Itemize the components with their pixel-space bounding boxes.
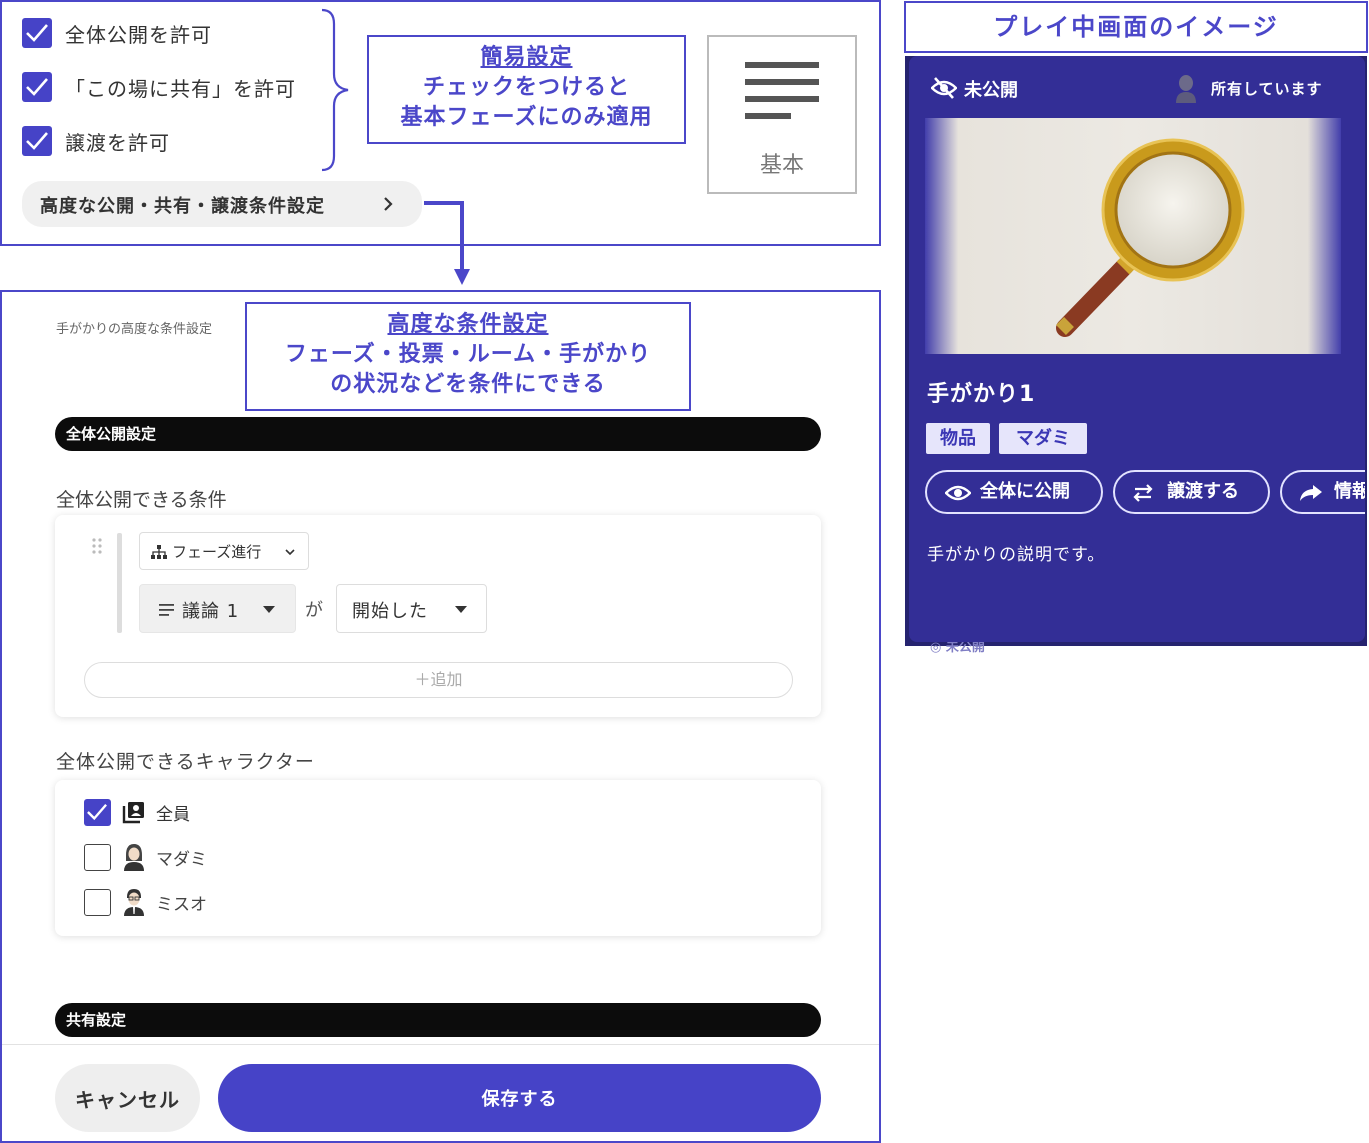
condition-state-select[interactable]: 開始した	[336, 584, 487, 633]
callout-line: 基本フェーズにのみ適用	[400, 105, 653, 130]
transfer-button[interactable]: 譲渡する	[1113, 470, 1270, 514]
woman-avatar-icon	[124, 844, 144, 871]
condition-group-bar	[117, 533, 122, 633]
man-avatar-icon	[124, 889, 144, 916]
public-section-header: 全体公開設定	[55, 417, 821, 451]
allow-share-checkbox[interactable]	[22, 72, 52, 102]
condition-state-label: 開始した	[352, 601, 428, 622]
transfer-label: 譲渡する	[1167, 481, 1239, 502]
make-public-button[interactable]: 全体に公開	[925, 470, 1103, 514]
connector-arrow	[424, 201, 470, 285]
share-section-header: 共有設定	[55, 1003, 821, 1037]
eye-off-icon	[931, 77, 957, 99]
allow-transfer-checkbox[interactable]	[22, 126, 52, 156]
add-condition-button[interactable]: ＋追加	[84, 662, 793, 698]
condition-target-label: 議論 1	[182, 601, 240, 622]
condition-particle: が	[305, 600, 323, 621]
tag-character: マダミ	[999, 423, 1087, 454]
characters-title: 全体公開できるキャラクター	[56, 751, 315, 773]
lines-icon	[159, 604, 174, 616]
owned-label: 所有しています	[1211, 80, 1323, 98]
advanced-settings-callout: 高度な条件設定 フェーズ・投票・ルーム・手がかり の状況などを条件にできる	[245, 302, 691, 411]
preview-title-text: プレイ中画面のイメージ	[993, 13, 1279, 41]
chevron-right-icon	[384, 197, 393, 211]
info-share-button[interactable]: 情報	[1280, 470, 1365, 514]
advanced-settings-button[interactable]: 高度な公開・共有・譲渡条件設定	[22, 181, 422, 227]
callout-line: フェーズ・投票・ルーム・手がかり	[284, 342, 652, 367]
condition-type-select[interactable]: フェーズ進行	[139, 532, 309, 570]
cancel-label: キャンセル	[75, 1088, 180, 1112]
tag-item: 物品	[926, 423, 990, 454]
character-all-label: 全員	[156, 805, 190, 825]
allow-share-label: 「この場に共有」を許可	[65, 77, 296, 101]
info-share-label: 情報	[1334, 481, 1365, 502]
plus-icon: ＋	[414, 670, 431, 689]
eye-off-icon: ◎	[930, 640, 942, 655]
clue-image	[925, 118, 1341, 354]
basic-phase-card: 基本	[707, 35, 857, 194]
chevron-down-icon	[285, 549, 295, 556]
eye-icon	[945, 485, 971, 501]
share-arrow-icon	[1300, 485, 1322, 501]
allow-public-label: 全体公開を許可	[65, 23, 212, 47]
dropdown-arrow-icon	[455, 606, 467, 613]
callout-title: 高度な条件設定	[387, 312, 549, 337]
allow-transfer-label: 譲渡を許可	[65, 131, 170, 155]
conditions-title: 全体公開できる条件	[56, 489, 227, 511]
condition-type-label: フェーズ進行	[172, 543, 262, 561]
dropdown-arrow-icon	[263, 606, 275, 613]
character-misuo-checkbox[interactable]	[84, 889, 111, 916]
owner-avatar-icon	[1176, 75, 1196, 103]
brace-icon	[321, 8, 349, 172]
group-icon	[122, 802, 144, 824]
basic-label: 基本	[759, 153, 804, 178]
character-madami-label: マダミ	[156, 850, 207, 870]
callout-title: 簡易設定	[480, 45, 573, 70]
lines-icon	[745, 62, 819, 119]
swap-icon	[1133, 484, 1153, 502]
character-all-checkbox[interactable]	[84, 799, 111, 826]
save-button[interactable]: 保存する	[218, 1064, 821, 1132]
drag-handle-icon[interactable]	[91, 537, 103, 555]
magnifier-icon	[1056, 138, 1245, 337]
callout-line: の状況などを条件にできる	[330, 372, 606, 397]
advanced-settings-label: 高度な公開・共有・譲渡条件設定	[40, 196, 325, 217]
clue-description: 手がかりの説明です。	[927, 545, 1106, 565]
save-label: 保存する	[481, 1089, 558, 1110]
preview-title: プレイ中画面のイメージ	[904, 1, 1368, 53]
condition-target-select[interactable]: 議論 1	[139, 584, 296, 633]
status-label: 未公開	[964, 80, 1018, 101]
hierarchy-icon	[151, 545, 167, 559]
callout-line: チェックをつけると	[422, 75, 630, 100]
simple-settings-callout: 簡易設定 チェックをつけると 基本フェーズにのみ適用	[367, 35, 686, 144]
hidden-card-status-label: 未公開	[945, 640, 985, 655]
clue-name: 手がかり1	[927, 382, 1036, 407]
clue-card: 未公開 所有しています 手がかり1 物品 マダミ 全体に公開 譲渡する 情報 手…	[909, 56, 1365, 642]
advanced-page-label: 手がかりの高度な条件設定	[56, 322, 213, 337]
allow-public-checkbox[interactable]	[22, 18, 52, 48]
character-madami-checkbox[interactable]	[84, 844, 111, 871]
add-condition-label: 追加	[430, 670, 463, 689]
make-public-label: 全体に公開	[980, 481, 1070, 502]
cancel-button[interactable]: キャンセル	[55, 1064, 200, 1132]
character-misuo-label: ミスオ	[156, 895, 207, 915]
